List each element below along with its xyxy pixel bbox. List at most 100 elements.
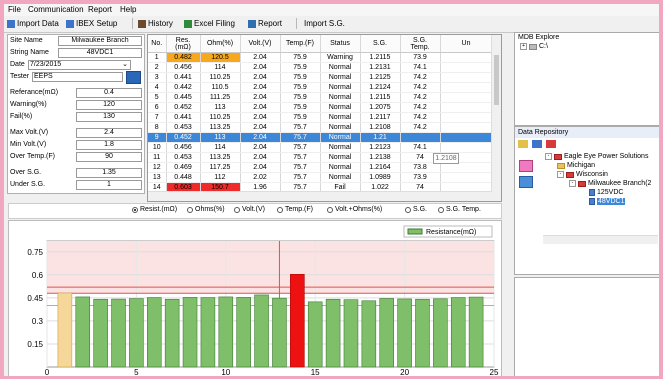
- table-cell: 2.04: [240, 122, 281, 133]
- tester-field[interactable]: EEPS: [32, 72, 123, 82]
- tree-node-milwaukee[interactable]: - Milwaukee Branch(2: [569, 180, 651, 187]
- table-row[interactable]: 2 0.456 114 2.04 75.9 Normal 1.2131 74.1: [148, 62, 493, 73]
- table-cell: 1.2123: [360, 142, 401, 153]
- table-cell: 1.2115: [360, 52, 401, 63]
- menu-help[interactable]: Help: [120, 5, 136, 14]
- table-cell: 74.2: [400, 92, 441, 103]
- table-vertical-scrollbar[interactable]: [491, 35, 501, 201]
- chevron-down-icon[interactable]: ⌄: [122, 61, 128, 69]
- folder-open-icon[interactable]: [518, 140, 528, 148]
- table-cell: 2.04: [240, 112, 281, 123]
- table-cell: 2.04: [240, 62, 281, 73]
- date-picker[interactable]: 7/23/2015 ⌄: [28, 60, 131, 70]
- table-row[interactable]: 7 0.441 110.25 2.04 75.9 Normal 1.2117 74.2: [148, 112, 493, 123]
- table-row[interactable]: 9 0.452 113 2.04 75.7 Normal 1.21: [148, 132, 493, 143]
- table-row[interactable]: 1 0.482 120.5 2.04 75.9 Warning 1.2115 73.9: [148, 52, 493, 63]
- column-header[interactable]: S.G. Temp.: [400, 35, 441, 53]
- tree-node-48vdc1[interactable]: 48VDC1: [589, 198, 626, 205]
- menu-report[interactable]: Report: [88, 5, 112, 14]
- repo-horizontal-scrollbar[interactable]: [543, 235, 658, 244]
- column-header[interactable]: No.: [148, 35, 167, 53]
- add-icon[interactable]: [532, 140, 542, 148]
- people-icon[interactable]: [519, 176, 533, 188]
- expand-icon[interactable]: +: [520, 43, 527, 50]
- radio-sg-temp[interactable]: S.G. Temp.: [438, 206, 481, 213]
- radio-resist[interactable]: Resist.(mΩ): [132, 206, 177, 213]
- tree-node-125vdc[interactable]: 125VDC: [589, 189, 623, 196]
- min-volt-label: Min Volt.(V): [10, 141, 47, 148]
- column-header[interactable]: Res. (mΩ): [166, 35, 201, 53]
- table-cell: 0.456: [166, 142, 201, 153]
- over-temp-label: Over Temp.(F): [10, 153, 55, 160]
- table-row[interactable]: 5 0.445 111.25 2.04 75.9 Normal 1.2115 74.2: [148, 92, 493, 103]
- table-cell: Normal: [320, 172, 361, 183]
- delete-icon[interactable]: [546, 140, 556, 148]
- under-sg-field[interactable]: 1: [76, 180, 142, 190]
- table-cell: 11: [148, 152, 167, 163]
- radio-ohms[interactable]: Ohms(%): [187, 206, 225, 213]
- bar-cell-11: [236, 297, 251, 368]
- menu-file[interactable]: File: [8, 5, 21, 14]
- radio-volt[interactable]: Volt.(V): [234, 206, 265, 213]
- warning-field[interactable]: 120: [76, 100, 142, 110]
- column-header[interactable]: Temp.(F): [280, 35, 321, 53]
- radio-temp[interactable]: Temp.(F): [277, 206, 313, 213]
- y-tick-label: 0.15: [27, 340, 43, 349]
- over-temp-field[interactable]: 90: [76, 152, 142, 162]
- pink-tool-icon[interactable]: [519, 160, 533, 172]
- table-cell: 1.0989: [360, 172, 401, 183]
- min-volt-field[interactable]: 1.8: [76, 140, 142, 150]
- radio-dot: [187, 206, 193, 213]
- tree-node-wisconsin[interactable]: - Wisconsin: [557, 171, 608, 178]
- table-row[interactable]: 8 0.453 113.25 2.04 75.7 Normal 1.2108 74.2: [148, 122, 493, 133]
- table-cell: [440, 92, 493, 103]
- table-cell: 113: [200, 102, 241, 113]
- bar-cell-22: [433, 298, 448, 368]
- toolbar-divider: [132, 18, 133, 29]
- table-cell: 10: [148, 142, 167, 153]
- bar-cell-5: [129, 298, 144, 368]
- excel-filing-button[interactable]: Excel Filing: [184, 18, 235, 29]
- table-cell: 113: [200, 132, 241, 143]
- reference-field[interactable]: 0.4: [76, 88, 142, 98]
- import-data-button[interactable]: Import Data: [7, 18, 59, 29]
- toolbar: Import Data IBEX Setup History Excel Fil…: [4, 16, 659, 33]
- legend-swatch: [407, 228, 423, 235]
- radio-dot: [277, 206, 283, 213]
- mdb-root-node[interactable]: + C:\: [520, 43, 548, 50]
- table-cell: [440, 162, 493, 173]
- table-cell: Normal: [320, 122, 361, 133]
- ibex-setup-button[interactable]: IBEX Setup: [66, 18, 117, 29]
- scrollbar-thumb[interactable]: [494, 55, 499, 105]
- column-header[interactable]: S.G.: [360, 35, 401, 53]
- table-row[interactable]: 6 0.452 113 2.04 75.9 Normal 1.2075 74.2: [148, 102, 493, 113]
- radio-volt-ohms[interactable]: Volt.+Ohms(%): [327, 206, 382, 213]
- string-name-field[interactable]: 48VDC1: [58, 48, 142, 58]
- column-header[interactable]: Un: [440, 35, 493, 53]
- table-row[interactable]: 12 0.469 117.25 2.04 75.7 Normal 1.2164 73.8: [148, 162, 493, 173]
- table-row[interactable]: 3 0.441 110.25 2.04 75.9 Normal 1.2125 74.2: [148, 72, 493, 83]
- table-row[interactable]: 10 0.456 114 2.04 75.7 Normal 1.2123 74.1: [148, 142, 493, 153]
- table-row[interactable]: 4 0.442 110.5 2.04 75.9 Normal 1.2124 74.2: [148, 82, 493, 93]
- site-name-field[interactable]: Milwaukee Branch: [58, 36, 142, 46]
- table-cell: 73.8: [400, 162, 441, 173]
- import-sg-button[interactable]: Import S.G.: [304, 18, 345, 29]
- fail-field[interactable]: 130: [76, 112, 142, 122]
- table-cell: 75.7: [280, 122, 321, 133]
- history-button[interactable]: History: [138, 18, 173, 29]
- column-header[interactable]: Volt.(V): [240, 35, 281, 53]
- column-header[interactable]: Ohm(%): [200, 35, 241, 53]
- table-cell: 2.04: [240, 72, 281, 83]
- tree-node-company[interactable]: - Eagle Eye Power Solutions: [545, 153, 648, 160]
- table-cell: 1.2131: [360, 62, 401, 73]
- column-header[interactable]: Status: [320, 35, 361, 53]
- report-button[interactable]: Report: [248, 18, 282, 29]
- table-row[interactable]: 13 0.448 112 2.02 75.7 Normal 1.0989 73.9: [148, 172, 493, 183]
- menu-communication[interactable]: Communication: [28, 5, 84, 14]
- tree-node-michigan[interactable]: Michigan: [557, 162, 595, 169]
- max-volt-field[interactable]: 2.4: [76, 128, 142, 138]
- radio-sg[interactable]: S.G.: [405, 206, 427, 213]
- save-icon[interactable]: [126, 71, 141, 84]
- table-horizontal-scrollbar[interactable]: [148, 191, 492, 201]
- over-sg-field[interactable]: 1.35: [76, 168, 142, 178]
